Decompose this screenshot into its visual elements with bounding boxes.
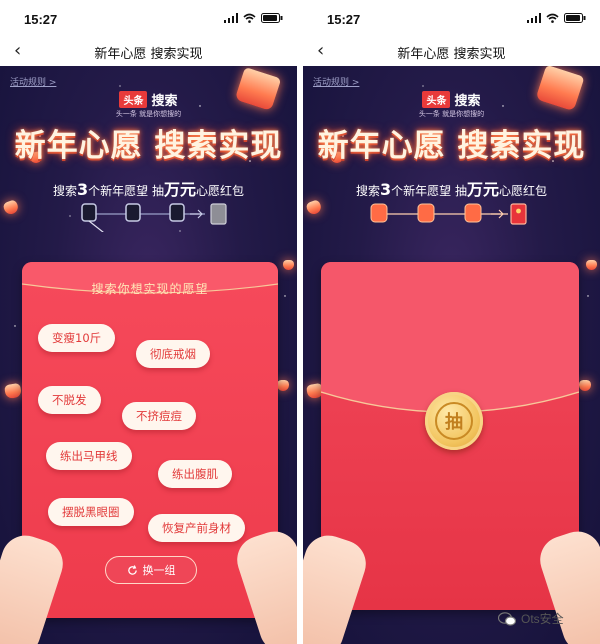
status-bar: 15:27 [0, 0, 297, 38]
wish-progress [370, 203, 527, 225]
wish-chip[interactable]: 变瘦10斤 [38, 324, 116, 352]
lantern-decoration [586, 260, 597, 270]
lantern-decoration [3, 382, 23, 400]
battery-icon [564, 13, 586, 23]
lantern-decoration [579, 380, 591, 391]
nav-bar: ‹ 新年心愿 搜索实现 [303, 38, 600, 66]
battery-icon [261, 13, 283, 23]
draw-char: 抽 [435, 402, 473, 440]
swap-label: 换一组 [142, 564, 176, 577]
lantern-lit-icon [370, 203, 388, 223]
logo-text: 搜索 [454, 94, 481, 109]
logo-text: 搜索 [151, 94, 178, 109]
logo-badge: 头条 [119, 91, 148, 108]
swap-wishes-button[interactable]: 换一组 [105, 556, 197, 584]
wish-chip[interactable]: 练出腹肌 [158, 460, 232, 488]
wifi-icon [546, 13, 559, 23]
lantern-slot-icon [81, 203, 97, 222]
lantern-decoration [283, 260, 294, 270]
card-title: 搜索你想实现的愿望 [91, 282, 209, 296]
wish-chip[interactable]: 彻底戒烟 [136, 340, 210, 368]
red-envelope-icon [210, 203, 227, 225]
status-time: 15:27 [327, 12, 361, 27]
watermark: Ots安全 [498, 610, 564, 627]
logo-badge: 头条 [422, 91, 451, 108]
campaign-title: 新年心愿 搜索实现 [317, 128, 586, 164]
red-envelope-icon [510, 203, 527, 225]
wish-progress [81, 203, 227, 232]
rules-link[interactable]: 活动规则 > [313, 75, 359, 88]
campaign-content: 活动规则 > 头条 搜索 头一条 就是你想搜的 新年心愿 搜索实现 搜索3个新年… [303, 66, 600, 644]
toutiao-logo: 头条 搜索 [303, 90, 600, 109]
wechat-icon [498, 611, 516, 626]
wish-chip[interactable]: 不脱发 [38, 386, 101, 414]
campaign-content: 活动规则 > 头条 搜索 头一条 就是你想搜的 新年心愿 搜索实现 搜索3个新年… [0, 66, 297, 644]
logo-slogan: 头一条 就是你想搜的 [115, 110, 182, 118]
wifi-icon [243, 13, 256, 23]
signal-icon [527, 13, 541, 23]
rules-link[interactable]: 活动规则 > [10, 75, 56, 88]
wish-chip[interactable]: 恢复产前身材 [148, 514, 245, 542]
lantern-slot-icon [125, 203, 141, 222]
signal-icon [224, 13, 238, 23]
logo-slogan: 头一条 就是你想搜的 [418, 110, 485, 118]
lantern-slot-icon [169, 203, 185, 222]
lantern-lit-icon [417, 203, 435, 223]
page-title: 新年心愿 搜索实现 [397, 47, 506, 62]
phone-screen-right: 15:27 ‹ 新年心愿 搜索实现 活动规则 > 头条 搜索 头一条 就是你想搜… [303, 0, 600, 644]
draw-coin-button[interactable]: 抽 [425, 392, 483, 450]
status-time: 15:27 [24, 12, 58, 27]
nav-bar: ‹ 新年心愿 搜索实现 [0, 38, 297, 66]
wish-chip[interactable]: 不挤痘痘 [122, 402, 196, 430]
lantern-lit-icon [464, 203, 482, 223]
refresh-icon [127, 564, 137, 575]
watermark-text: Ots安全 [521, 612, 564, 626]
toutiao-logo: 头条 搜索 [0, 90, 297, 109]
status-bar: 15:27 [303, 0, 600, 38]
wish-chip[interactable]: 摆脱黑眼圈 [48, 498, 134, 526]
page-title: 新年心愿 搜索实现 [94, 47, 203, 62]
lantern-decoration [277, 380, 289, 391]
campaign-title: 新年心愿 搜索实现 [14, 128, 283, 164]
wish-chip[interactable]: 练出马甲线 [46, 442, 132, 470]
phone-screen-left: 15:27 ‹ 新年心愿 搜索实现 活动规则 > 头条 搜索 头一条 就是你想搜… [0, 0, 297, 644]
